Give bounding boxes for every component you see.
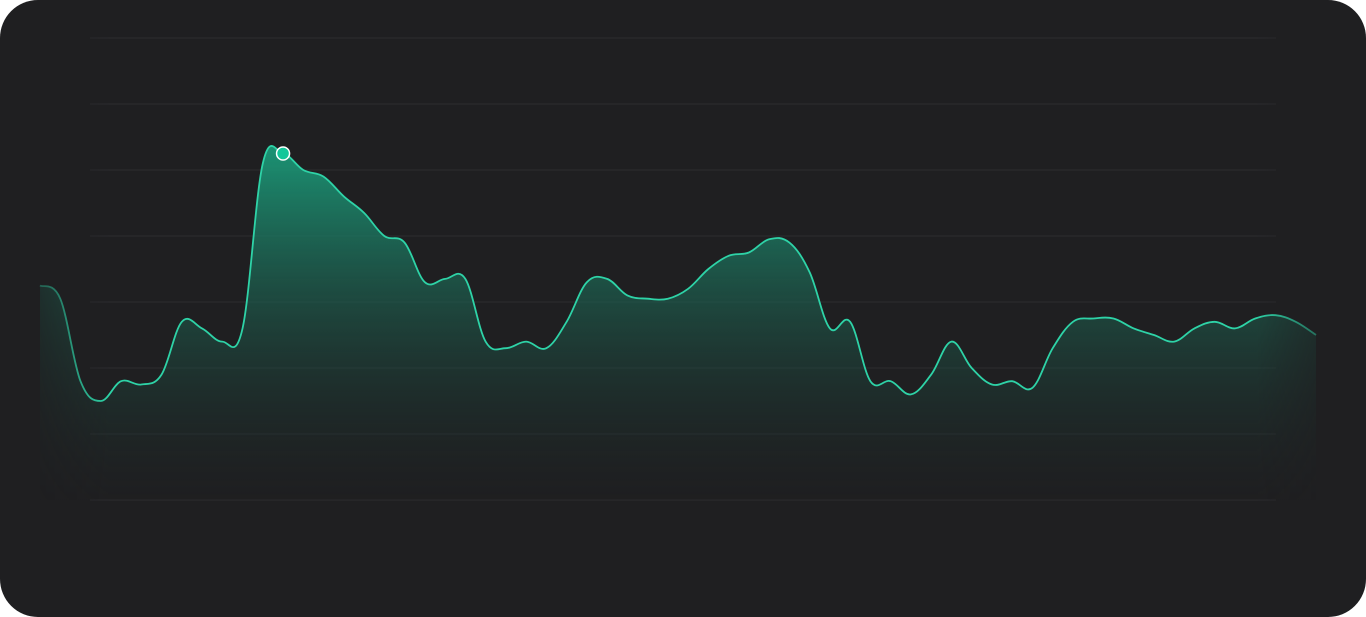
chart-card — [0, 0, 1366, 617]
plot-area — [39, 145, 1317, 501]
area-chart — [13, 37, 1317, 501]
highlight-point[interactable] — [275, 146, 291, 161]
